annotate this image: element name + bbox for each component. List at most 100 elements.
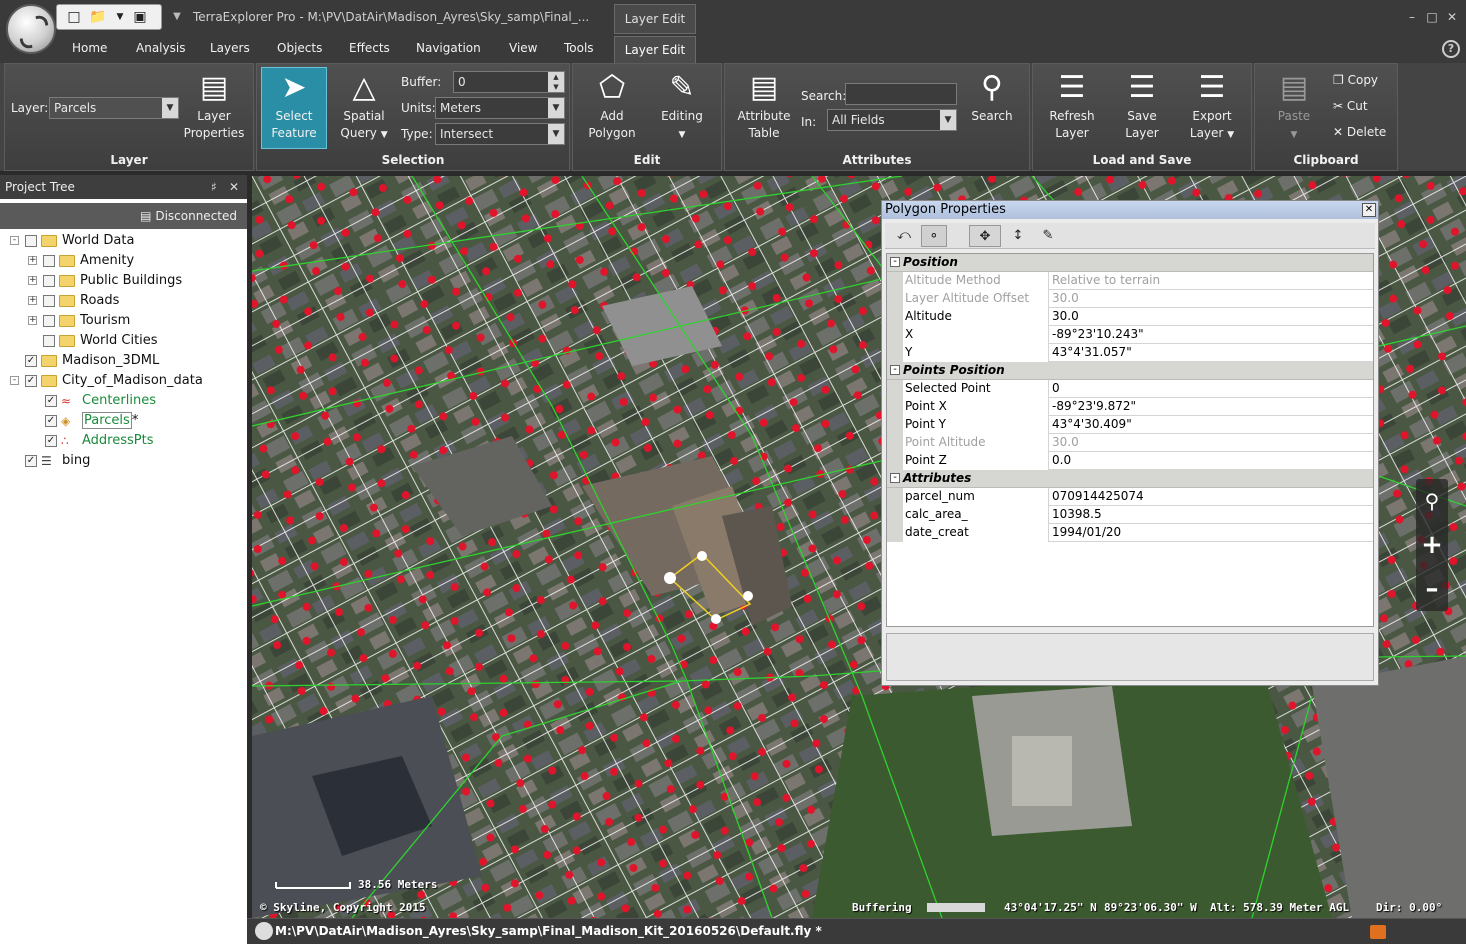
attribute-table-button[interactable]: ▤ Attribute Table <box>731 70 797 142</box>
collapse-icon[interactable]: - <box>890 473 900 483</box>
copy-button[interactable]: ❐ Copy <box>1333 72 1378 89</box>
layer-select[interactable]: Parcels ▼ <box>49 97 179 119</box>
property-value[interactable]: 070914425074 <box>1050 488 1373 506</box>
checkbox[interactable]: ✓ <box>45 414 57 427</box>
tree-item-roads[interactable]: + Roads <box>28 292 119 312</box>
property-value[interactable]: 0.0 <box>1050 452 1373 470</box>
tree-item-world-cities[interactable]: World Cities <box>43 332 158 352</box>
search-input[interactable] <box>845 83 957 105</box>
chevron-down-icon[interactable]: ▼ <box>111 8 129 26</box>
layer-properties-button[interactable]: ▤ Layer Properties <box>181 70 247 142</box>
collapse-icon[interactable]: - <box>10 376 19 385</box>
tree-item-addresspts[interactable]: ✓ ∴ AddressPts <box>45 432 153 452</box>
pin-icon[interactable]: ♯ <box>211 175 217 199</box>
section-attributes[interactable]: - Attributes <box>887 470 1373 488</box>
units-select[interactable]: Meters ▼ <box>435 97 565 119</box>
property-row[interactable]: Selected Point 0 <box>887 380 1373 398</box>
tree-item-parcels[interactable]: ✓ ◈ Parcels * <box>45 412 138 432</box>
editing-button[interactable]: ✎ Editing ▼ <box>651 70 713 144</box>
chevron-down-icon[interactable]: ▼ <box>162 98 178 118</box>
tab-layers[interactable]: Layers <box>210 41 250 55</box>
checkbox[interactable] <box>43 294 55 307</box>
checkbox[interactable] <box>25 234 37 247</box>
eyedropper-icon[interactable]: ✎ <box>1035 225 1061 247</box>
section-position[interactable]: - Position <box>887 254 1373 272</box>
collapse-icon[interactable]: - <box>890 257 900 267</box>
zoom-in-button[interactable]: + <box>1416 527 1448 563</box>
property-row[interactable]: Y 43°4'31.057" <box>887 344 1373 362</box>
tree-item-public-buildings[interactable]: + Public Buildings <box>28 272 182 292</box>
chevron-down-icon[interactable]: ▼ <box>940 110 956 130</box>
tab-analysis[interactable]: Analysis <box>136 41 185 55</box>
save-icon[interactable]: ▣ <box>131 8 149 26</box>
cut-button[interactable]: ✂ Cut <box>1333 98 1368 115</box>
minimize-button[interactable]: – <box>1404 10 1420 24</box>
select-feature-button[interactable]: ➤ Select Feature <box>261 67 327 149</box>
property-value[interactable]: 1994/01/20 <box>1050 524 1373 542</box>
tab-navigation[interactable]: Navigation <box>416 41 481 55</box>
tab-view[interactable]: View <box>509 41 537 55</box>
expand-icon[interactable]: + <box>28 316 37 325</box>
expand-icon[interactable]: + <box>28 296 37 305</box>
checkbox[interactable]: ✓ <box>25 374 37 387</box>
property-row[interactable]: parcel_num 070914425074 <box>887 488 1373 506</box>
tab-tools[interactable]: Tools <box>564 41 594 55</box>
property-value[interactable]: -89°23'9.872" <box>1050 398 1373 416</box>
property-row[interactable]: Point Altitude 30.0 <box>887 434 1373 452</box>
close-icon[interactable]: ✕ <box>229 175 239 199</box>
tree-item-bing[interactable]: ✓ ☰ bing <box>25 452 90 472</box>
tab-layer-edit[interactable]: Layer Edit <box>614 36 696 63</box>
move-z-icon[interactable]: ↕ <box>1005 225 1031 247</box>
tree-item-city-of-madison-data[interactable]: - ✓ City_of_Madison_data <box>10 372 203 392</box>
open-folder-icon[interactable]: 📁 <box>89 8 107 26</box>
zoom-out-button[interactable]: – <box>1416 571 1448 607</box>
property-row[interactable]: date_creat 1994/01/20 <box>887 524 1373 542</box>
property-row[interactable]: Point Z 0.0 <box>887 452 1373 470</box>
add-polygon-button[interactable]: ⬠ Add Polygon <box>581 70 643 142</box>
type-select[interactable]: Intersect ▼ <box>435 123 565 145</box>
section-points-position[interactable]: - Points Position <box>887 362 1373 380</box>
tab-effects[interactable]: Effects <box>349 41 390 55</box>
connection-status[interactable]: ▤ Disconnected <box>0 203 247 229</box>
collapse-icon[interactable]: - <box>890 365 900 375</box>
property-row[interactable]: Altitude 30.0 <box>887 308 1373 326</box>
property-row[interactable]: Point X -89°23'9.872" <box>887 398 1373 416</box>
refresh-layer-button[interactable]: ☰ Refresh Layer <box>1039 70 1105 142</box>
property-value[interactable]: 0 <box>1050 380 1373 398</box>
expand-icon[interactable]: + <box>28 276 37 285</box>
checkbox[interactable]: ✓ <box>45 434 57 447</box>
close-button[interactable]: ✕ <box>1444 10 1460 24</box>
expand-icon[interactable]: + <box>28 256 37 265</box>
property-row[interactable]: X -89°23'10.243" <box>887 326 1373 344</box>
customize-qat-icon[interactable]: ▼ <box>168 8 186 26</box>
property-value[interactable]: 43°4'31.057" <box>1050 344 1373 362</box>
checkbox[interactable]: ✓ <box>45 394 57 407</box>
property-value[interactable]: 43°4'30.409" <box>1050 416 1373 434</box>
checkbox[interactable] <box>43 314 55 327</box>
export-layer-button[interactable]: ☰ Export Layer ▼ <box>1179 70 1245 144</box>
in-select[interactable]: All Fields ▼ <box>827 109 957 131</box>
property-value[interactable]: 30.0 <box>1050 308 1373 326</box>
tree-item-amenity[interactable]: + Amenity <box>28 252 134 272</box>
checkbox[interactable]: ✓ <box>25 354 37 367</box>
compass-icon[interactable]: ⚲ <box>1416 483 1448 519</box>
collapse-icon[interactable]: - <box>10 236 19 245</box>
paste-button[interactable]: ▤ Paste ▼ <box>1261 70 1327 144</box>
chevron-down-icon[interactable]: ▼ <box>548 98 564 118</box>
tree-item-tourism[interactable]: + Tourism <box>28 312 130 332</box>
checkbox[interactable] <box>43 334 55 347</box>
tree-item-madison-3dml[interactable]: ✓ Madison_3DML <box>25 352 159 372</box>
save-layer-button[interactable]: ☰ Save Layer <box>1109 70 1175 142</box>
help-icon[interactable]: ? <box>1442 40 1460 58</box>
tree-item-world-data[interactable]: - World Data <box>10 232 134 252</box>
checkbox[interactable]: ✓ <box>25 454 37 467</box>
notification-icon[interactable] <box>1370 925 1386 939</box>
move-xy-icon[interactable]: ✥ <box>969 225 1001 247</box>
property-row[interactable]: Altitude Method Relative to terrain <box>887 272 1373 290</box>
checkbox[interactable] <box>43 254 55 267</box>
spinner-icon[interactable]: ▲ ▼ <box>548 72 564 92</box>
app-logo[interactable] <box>6 4 56 54</box>
property-value[interactable]: -89°23'10.243" <box>1050 326 1373 344</box>
maximize-button[interactable]: □ <box>1424 10 1440 24</box>
property-value[interactable]: 10398.5 <box>1050 506 1373 524</box>
